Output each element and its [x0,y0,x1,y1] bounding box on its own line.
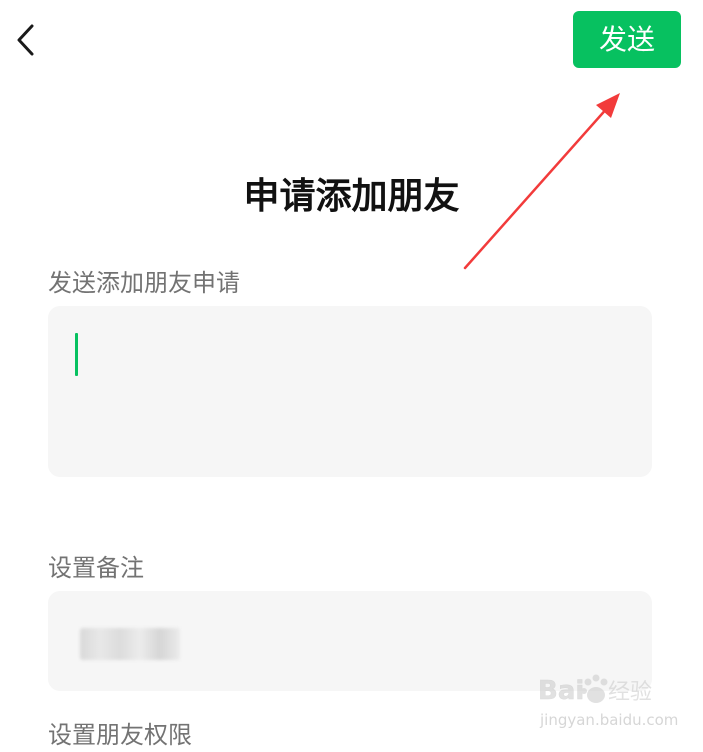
back-button[interactable] [10,18,44,62]
blurred-remark-value [80,628,180,660]
watermark-url: jingyan.baidu.com [540,711,679,729]
text-cursor [75,333,78,376]
send-button[interactable]: 发送 [573,11,681,68]
chevron-left-icon [17,24,34,56]
svg-text:Bai: Bai [538,676,584,706]
baidu-logo-icon: Bai 经验 [538,674,652,706]
friend-permission-label: 设置朋友权限 [48,721,192,749]
request-message-label: 发送添加朋友申请 [48,269,240,297]
svg-text:经验: 经验 [608,680,652,705]
page-title: 申请添加朋友 [243,176,460,217]
remark-label: 设置备注 [48,554,144,582]
request-message-input[interactable] [48,306,652,477]
baidu-jingyan-watermark: Bai 经验 jingyan.baidu.com [538,667,678,739]
